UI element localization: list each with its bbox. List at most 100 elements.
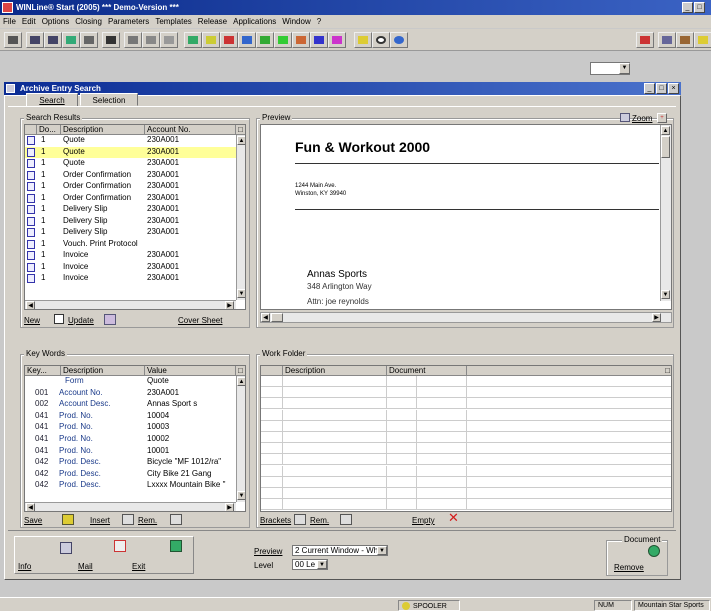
- work-folder-row[interactable]: [261, 432, 671, 443]
- kw-insert-button[interactable]: Insert: [90, 516, 110, 525]
- tab-search[interactable]: Search: [26, 93, 78, 106]
- module-5-icon[interactable]: [256, 32, 274, 48]
- keyword-row[interactable]: 002 Account Desc. Annas Sport s: [25, 399, 236, 410]
- kw-column-chooser-icon[interactable]: □: [236, 366, 245, 376]
- work-folder-row[interactable]: [261, 465, 671, 477]
- help-icon[interactable]: [694, 32, 711, 48]
- maximize-button[interactable]: □: [694, 2, 705, 13]
- doc-check-icon[interactable]: [44, 32, 62, 48]
- info-icon[interactable]: [60, 542, 72, 554]
- minimize-button[interactable]: _: [682, 2, 693, 13]
- scroll-down-icon[interactable]: ▼: [237, 289, 245, 298]
- update-button[interactable]: Update: [68, 316, 94, 325]
- work-folder-table[interactable]: Description Document □: [260, 365, 672, 512]
- menu-item[interactable]: Parameters: [108, 17, 149, 26]
- menu-item[interactable]: Edit: [22, 17, 36, 26]
- module-1-icon[interactable]: [184, 32, 202, 48]
- module-6-icon[interactable]: [274, 32, 292, 48]
- menu-item[interactable]: File: [3, 17, 16, 26]
- table-row[interactable]: 1 Quote 230A001: [25, 135, 236, 146]
- globe-icon[interactable]: [390, 32, 408, 48]
- kw-scroll-down-icon[interactable]: ▼: [237, 491, 245, 500]
- info-button[interactable]: Info: [18, 562, 31, 571]
- preview-mode-select[interactable]: 2 Current Window - Whole Pa: [292, 545, 388, 556]
- menu-item[interactable]: Release: [198, 17, 227, 26]
- wf-rem-button[interactable]: Rem.: [310, 516, 329, 525]
- calculator-icon[interactable]: [102, 32, 120, 48]
- wf-column-chooser-icon[interactable]: □: [467, 366, 671, 376]
- table-row[interactable]: 1 Delivery Slip 230A001: [25, 204, 236, 215]
- wf-remove-icon[interactable]: [340, 514, 352, 525]
- menu-item[interactable]: Window: [282, 17, 310, 26]
- empty-x-icon[interactable]: ✕: [448, 511, 459, 526]
- menu-item[interactable]: Options: [42, 17, 70, 26]
- table-row[interactable]: 1 Vouch. Print Protocol: [25, 239, 236, 250]
- kw-scroll-up-icon[interactable]: ▲: [237, 377, 245, 386]
- inner-maximize-button[interactable]: □: [656, 83, 667, 94]
- kw-col-value-header[interactable]: Value: [145, 366, 236, 376]
- table-row[interactable]: 1 Invoice 230A001: [25, 262, 236, 273]
- preview-mode-chevron-icon[interactable]: ▼: [377, 546, 387, 555]
- chevron-down-icon[interactable]: ▼: [619, 63, 630, 74]
- work-folder-row[interactable]: [261, 387, 671, 399]
- new-button[interactable]: New: [24, 316, 40, 325]
- doc-edit-icon[interactable]: [26, 32, 44, 48]
- work-folder-row[interactable]: [261, 499, 671, 511]
- table-row[interactable]: 1 Invoice 230A001: [25, 273, 236, 284]
- wf-col-description-header[interactable]: Description: [283, 366, 387, 376]
- kw-col-description-header[interactable]: Description: [61, 366, 145, 376]
- keyword-row[interactable]: 001 Account No. 230A001: [25, 388, 236, 399]
- table-row[interactable]: 1 Delivery Slip 230A001: [25, 227, 236, 238]
- inner-minimize-button[interactable]: _: [644, 83, 655, 94]
- table-row[interactable]: 1 Order Confirmation 230A001: [25, 193, 236, 204]
- kw-hscrollbar[interactable]: [25, 502, 236, 511]
- exit-icon[interactable]: [170, 540, 182, 552]
- scroll-left-icon[interactable]: ◀: [26, 301, 35, 309]
- kw-scroll-left-icon[interactable]: ◀: [26, 503, 35, 511]
- module-4-icon[interactable]: [238, 32, 256, 48]
- results-hscrollbar[interactable]: [25, 300, 236, 309]
- mail-button[interactable]: Mail: [78, 562, 93, 571]
- copy-icon[interactable]: [142, 32, 160, 48]
- search-icon[interactable]: [372, 32, 390, 48]
- zoom-icon[interactable]: [620, 113, 630, 122]
- preview-scroll-right-icon[interactable]: ▶: [652, 313, 661, 322]
- level-chevron-icon[interactable]: ▼: [317, 560, 327, 569]
- keyword-row[interactable]: 041 Prod. No. 10004: [25, 411, 236, 422]
- preview-scroll-down-icon[interactable]: ▼: [661, 290, 670, 299]
- preview-hscroll-thumb[interactable]: [271, 313, 283, 322]
- insert-row-icon[interactable]: [122, 514, 134, 525]
- doc-green-icon[interactable]: [62, 32, 80, 48]
- image-icon[interactable]: [676, 32, 694, 48]
- kw-scroll-right-icon[interactable]: ▶: [225, 503, 234, 511]
- print-icon[interactable]: [4, 32, 22, 48]
- mail-icon[interactable]: [114, 540, 126, 552]
- scroll-up-icon[interactable]: ▲: [237, 136, 245, 145]
- preview-scroll-left-icon[interactable]: ◀: [261, 313, 270, 322]
- module-3-icon[interactable]: [220, 32, 238, 48]
- work-folder-row[interactable]: [261, 454, 671, 466]
- table-row[interactable]: 1 Quote 230A001: [25, 158, 236, 169]
- brackets-button[interactable]: Brackets: [260, 516, 291, 525]
- menu-item[interactable]: Closing: [75, 17, 102, 26]
- preview-hscrollbar[interactable]: [260, 312, 672, 323]
- module-8-icon[interactable]: [310, 32, 328, 48]
- keyword-row[interactable]: 041 Prod. No. 10003: [25, 422, 236, 433]
- keywords-table[interactable]: Key... Description Value □ Form Quote 001 A…: [24, 365, 246, 512]
- kw-col-key-header[interactable]: Key...: [25, 366, 61, 376]
- col-doc-header[interactable]: Do...: [37, 125, 61, 135]
- exit-button[interactable]: Exit: [132, 562, 145, 571]
- update-doc-icon[interactable]: [104, 314, 116, 325]
- table-row[interactable]: 1 Order Confirmation 230A001: [25, 170, 236, 181]
- work-folder-row[interactable]: [261, 420, 671, 432]
- preview-scroll-up-icon[interactable]: ▲: [661, 126, 670, 135]
- zoom-button[interactable]: Zoom: [632, 114, 652, 123]
- wf-col-icon-header[interactable]: [261, 366, 283, 376]
- results-scrollbar[interactable]: [236, 135, 245, 300]
- paste-icon[interactable]: [160, 32, 178, 48]
- preview-scroll-thumb[interactable]: [661, 136, 670, 158]
- work-folder-row[interactable]: [261, 376, 671, 387]
- inner-close-button[interactable]: ×: [668, 83, 679, 94]
- remove-button[interactable]: Remove: [614, 563, 644, 572]
- tab-selection[interactable]: Selection: [80, 93, 138, 106]
